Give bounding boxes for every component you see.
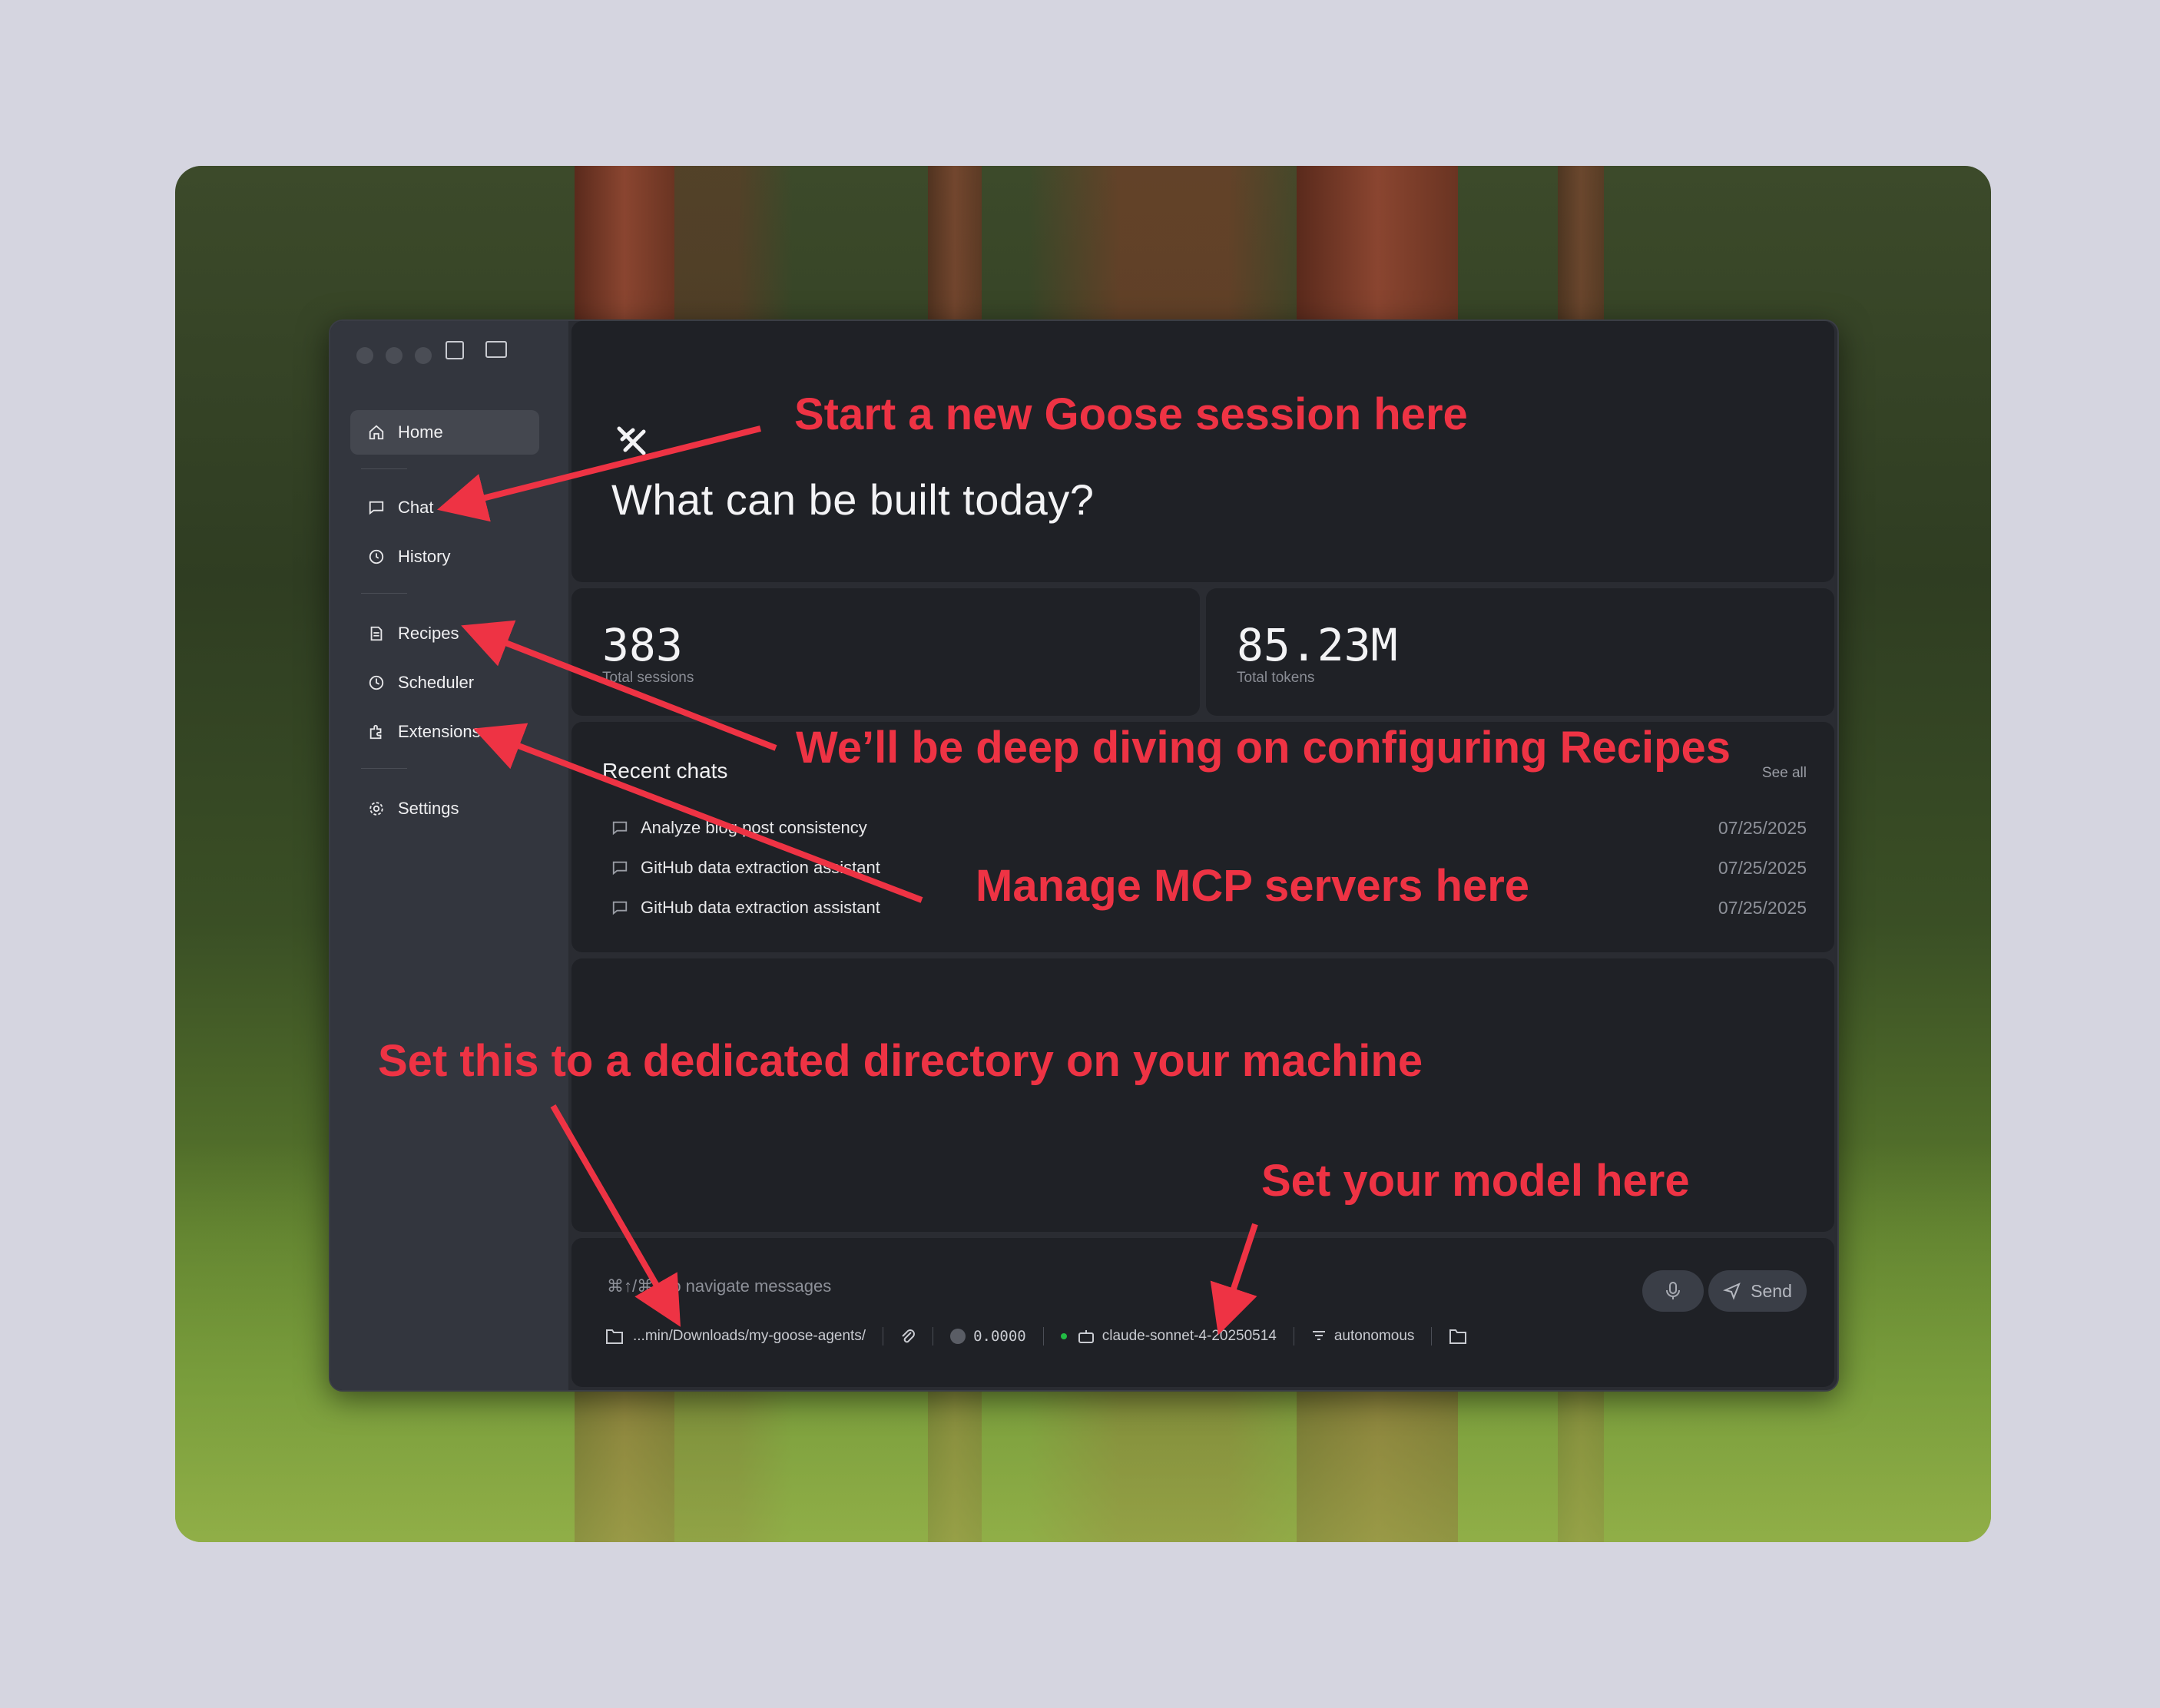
sidebar-item-chat[interactable]: Chat [350,485,539,530]
input-toolbar: ...min/Downloads/my-goose-agents/ 0.0000… [605,1327,1467,1346]
stat-label: Total tokens [1237,670,1315,686]
history-icon [367,548,386,566]
main-area: What can be built today? 383 Total sessi… [568,321,1837,1390]
puzzle-icon [367,723,386,741]
directory-path[interactable]: ...min/Downloads/my-goose-agents/ [633,1328,866,1345]
annotation-new-session: Start a new Goose session here [794,389,1468,439]
cost-value: 0.0000 [973,1328,1026,1345]
see-all-link[interactable]: See all [1762,765,1807,782]
folder-icon [606,1329,623,1344]
chat-title: Analyze blog post consistency [641,818,867,837]
chat-date: 07/25/2025 [1718,897,1807,918]
sidebar-item-settings[interactable]: Settings [350,786,539,831]
window-icon[interactable] [485,341,507,358]
stat-label: Total sessions [602,670,694,686]
clock-icon [367,674,386,692]
attachment-icon[interactable] [900,1328,916,1345]
sidebar-item-extensions[interactable]: Extensions [350,710,539,754]
microphone-icon [1666,1282,1680,1299]
chat-date: 07/25/2025 [1718,817,1807,838]
coin-icon [950,1329,966,1344]
chat-date: 07/25/2025 [1718,857,1807,878]
home-icon [367,423,386,442]
annotation-recipes: We’ll be deep diving on configuring Reci… [796,723,1731,773]
sidebar-item-label: Chat [398,498,434,517]
stat-card-sessions: 383 Total sessions [571,588,1200,716]
hero-panel: What can be built today? [571,321,1834,582]
divider [361,768,407,769]
chat-icon [367,498,386,517]
stat-card-tokens: 85.23M Total tokens [1206,588,1834,716]
filter-icon [1312,1331,1325,1340]
sidebar-item-label: Scheduler [398,673,475,692]
chat-icon [612,861,628,876]
maximize-button[interactable] [415,347,432,364]
annotation-mcp: Manage MCP servers here [976,861,1530,911]
chat-icon [612,901,628,915]
divider [1431,1327,1433,1346]
sidebar-item-recipes[interactable]: Recipes [350,611,539,656]
send-icon [1723,1283,1741,1300]
sidebar-item-label: Home [398,422,443,442]
minimize-button[interactable] [386,347,403,364]
annotation-directory: Set this to a dedicated directory on you… [378,1036,1423,1086]
sidebar-item-label: Settings [398,799,459,818]
robot-icon [1078,1330,1094,1343]
app-window: Home Chat History Recipes Scheduler Exte… [329,319,1839,1392]
divider [361,593,407,594]
recipes-icon [367,624,386,643]
folder-settings-icon[interactable] [1449,1328,1467,1345]
close-button[interactable] [356,347,373,364]
list-item[interactable]: Analyze blog post consistency 07/25/2025 [611,813,1807,843]
window-controls [356,347,432,364]
sidebar-item-label: Extensions [398,722,481,741]
model-selector[interactable]: claude-sonnet-4-20250514 [1102,1328,1277,1345]
sidebar-item-home[interactable]: Home [350,410,539,455]
divider [1042,1327,1044,1346]
gear-icon [367,799,386,818]
sidebar-item-label: Recipes [398,624,459,643]
stat-value: 383 [602,619,683,671]
divider [361,468,407,469]
goose-logo-icon [615,424,648,462]
chat-icon [612,821,628,836]
mode-selector[interactable]: autonomous [1334,1328,1415,1345]
sidebar-toggle-icon[interactable] [446,341,464,359]
stat-value: 85.23M [1237,619,1398,671]
sidebar-item-label: History [398,547,451,566]
chat-input-panel: ⌘↑/⌘↓ to navigate messages Send ...min/D… [571,1238,1834,1387]
status-dot [1060,1333,1067,1339]
page-title: What can be built today? [611,475,1095,524]
sidebar-item-scheduler[interactable]: Scheduler [350,660,539,705]
recent-chats-title: Recent chats [602,759,728,783]
send-button[interactable]: Send [1708,1270,1807,1312]
microphone-button[interactable] [1642,1270,1704,1312]
annotation-model: Set your model here [1261,1156,1690,1206]
sidebar-item-history[interactable]: History [350,535,539,579]
message-input[interactable]: ⌘↑/⌘↓ to navigate messages [607,1276,831,1296]
send-label: Send [1751,1280,1792,1301]
sidebar: Home Chat History Recipes Scheduler Exte… [330,321,568,1390]
